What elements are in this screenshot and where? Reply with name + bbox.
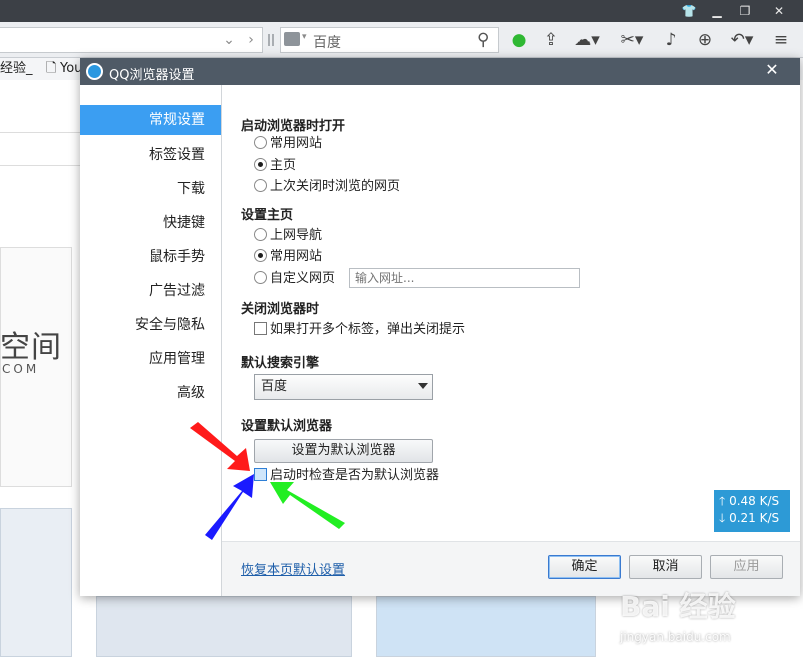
red-arrow-icon: [190, 422, 250, 471]
green-arrow-icon: [270, 482, 345, 529]
annotation-arrows: [190, 422, 345, 540]
blue-arrow-icon: [205, 474, 254, 540]
baidu-watermark-url: jingyan.baidu.com: [620, 630, 731, 644]
baidu-watermark: Bai 经验: [620, 590, 736, 623]
